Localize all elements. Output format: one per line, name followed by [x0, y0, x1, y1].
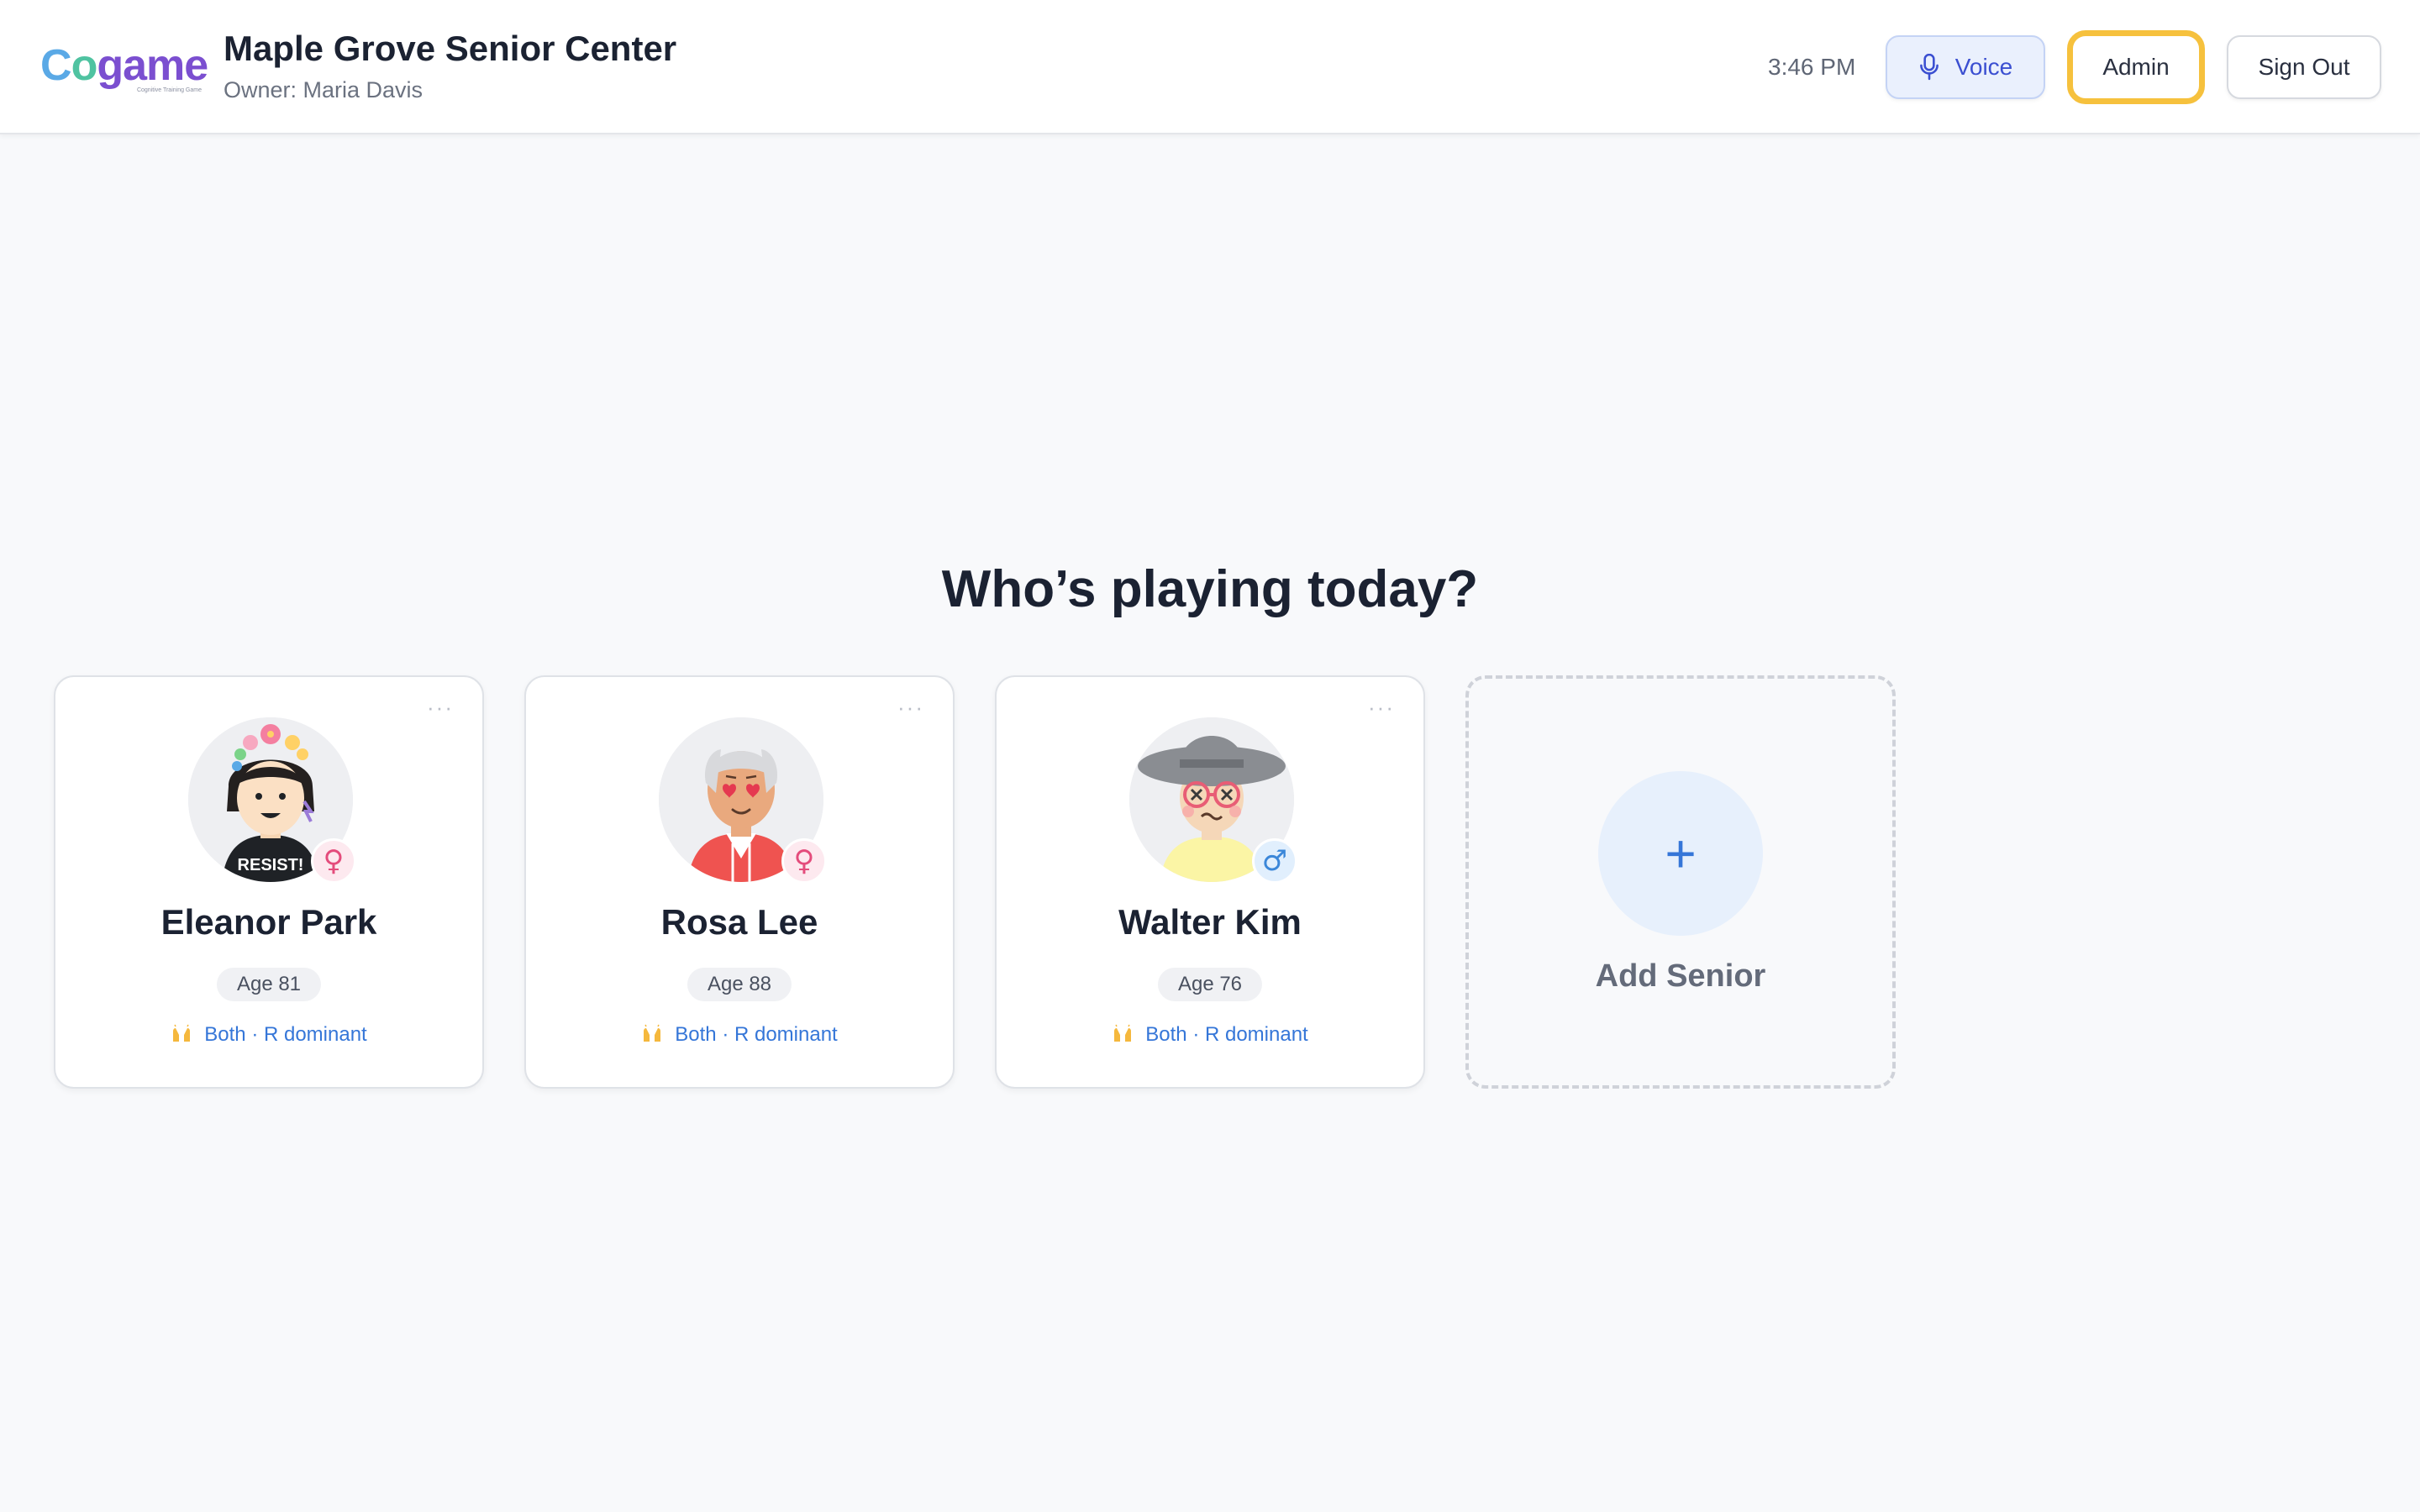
page-title: Who’s playing today?	[941, 560, 1479, 618]
handedness: Both · R dominant	[526, 1021, 953, 1048]
owner-label: Owner: Maria Davis	[224, 77, 424, 102]
add-senior-label: Add Senior	[1595, 958, 1766, 994]
plus-icon[interactable]: +	[1598, 771, 1763, 936]
voice-button[interactable]: Voice	[1886, 35, 2045, 99]
senior-card-walter-kim[interactable]: ··· ♂ Walter Kim Age 76 Both · R dominan…	[995, 675, 1425, 1089]
senior-card-eleanor-park[interactable]: ··· RESIST! ♀ Eleanor Park Age 81 Both ·…	[54, 675, 484, 1089]
logo-tagline: Cognitive Training Game	[136, 87, 202, 93]
senior-name: Eleanor Park	[160, 902, 377, 942]
male-icon: ♂	[1252, 838, 1297, 884]
microphone-icon	[1919, 54, 1939, 81]
more-options-icon[interactable]: ···	[1368, 696, 1395, 718]
senior-name: Walter Kim	[1118, 902, 1302, 942]
admin-button[interactable]: Admin	[2067, 30, 2205, 104]
senior-card-rosa-lee[interactable]: ··· ♀ Rosa Lee Age 88 Both · R dominant	[524, 675, 955, 1089]
raised-hands-icon	[173, 1024, 191, 1042]
female-icon: ♀	[781, 838, 827, 884]
clock: 3:46 PM	[1768, 54, 1856, 80]
handedness: Both · R dominant	[997, 1021, 1423, 1048]
senior-name: Rosa Lee	[660, 902, 818, 942]
sign-out-button[interactable]: Sign Out	[2227, 35, 2381, 99]
more-options-icon[interactable]: ···	[897, 696, 924, 718]
age-badge: Age 81	[216, 968, 322, 1001]
age-badge: Age 88	[687, 968, 792, 1001]
handedness: Both · R dominant	[55, 1021, 482, 1048]
raised-hands-icon	[1114, 1024, 1132, 1042]
cogame-logo: Cogame Cognitive Training Game	[40, 41, 208, 93]
top-bar: Cogame Cognitive Training Game Maple Gro…	[0, 0, 2420, 134]
add-senior-card[interactable]: + Add Senior	[1465, 675, 1896, 1089]
more-options-icon[interactable]: ···	[427, 696, 454, 718]
age-badge: Age 76	[1157, 968, 1263, 1001]
avatar-shirt-text: RESIST!	[238, 856, 304, 874]
raised-hands-icon	[644, 1024, 661, 1042]
female-icon: ♀	[311, 838, 356, 884]
center-name: Maple Grove Senior Center	[224, 29, 677, 68]
voice-button-label: Voice	[1954, 54, 2013, 80]
